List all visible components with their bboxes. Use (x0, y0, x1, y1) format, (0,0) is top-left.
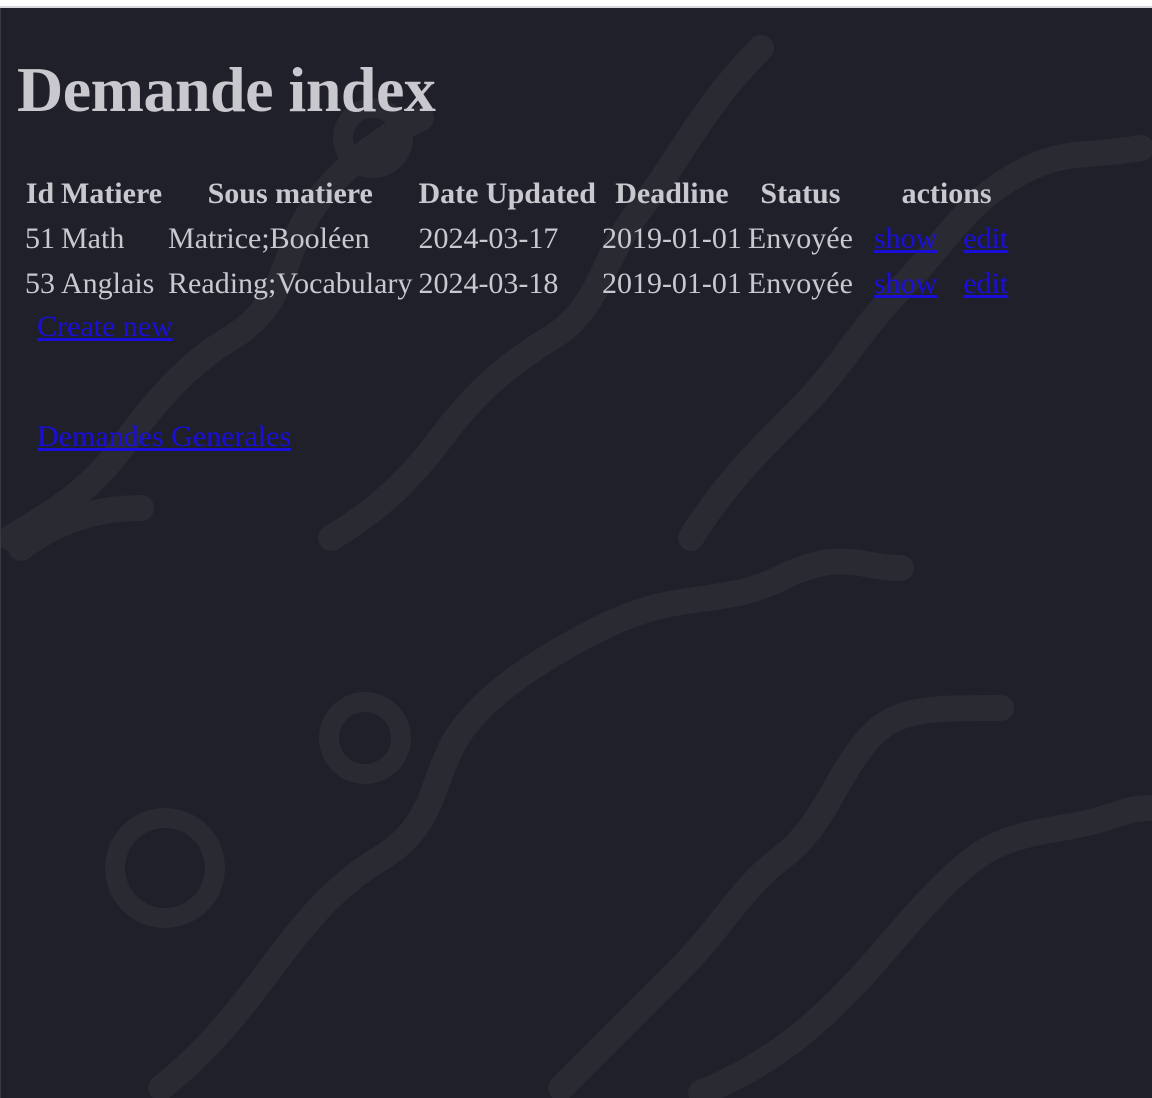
demande-table: Id Matiere Sous matiere Date Updated Dea… (21, 170, 1038, 307)
header-id: Id (25, 177, 55, 210)
header-sous-matiere: Sous matiere (207, 177, 373, 210)
cell-actions: show edit (857, 217, 1036, 260)
cell-deadline: 2019-01-01 (601, 267, 742, 300)
cell-actions: show edit (857, 262, 1036, 305)
page-title: Demande index (17, 54, 436, 125)
cell-sous-matiere: Matrice;Booléen (168, 222, 370, 255)
show-link[interactable]: show (874, 222, 937, 255)
header-deadline: Deadline (615, 177, 729, 210)
cell-id: 51 (25, 222, 55, 255)
cell-matiere: Math (61, 222, 125, 255)
table-header: Id Matiere Sous matiere Date Updated Dea… (23, 172, 1036, 215)
cell-matiere: Anglais (61, 267, 155, 300)
header-date-updated: Date Updated (418, 177, 596, 210)
show-link[interactable]: show (874, 267, 937, 300)
edit-link[interactable]: edit (963, 267, 1008, 300)
cell-status: Envoyée (747, 222, 853, 255)
page-background: Demande index Id Matiere Sous matiere Da… (0, 8, 1152, 1098)
header-matiere: Matiere (61, 177, 163, 210)
edit-link[interactable]: edit (963, 222, 1008, 255)
cell-date-updated: 2024-03-18 (418, 267, 559, 300)
demandes-generales-link[interactable]: Demandes Generales (37, 418, 291, 456)
header-actions: actions (901, 177, 992, 210)
main-content: Demande index Id Matiere Sous matiere Da… (1, 8, 1152, 1098)
table-body: 51 Math Matrice;Booléen 2024-03-17 2019-… (23, 217, 1036, 305)
table-row: 53 Anglais Reading;Vocabulary 2024-03-18… (23, 262, 1036, 305)
table-header-row: Id Matiere Sous matiere Date Updated Dea… (23, 172, 1036, 215)
top-border (0, 0, 1152, 8)
create-new-link[interactable]: Create new (37, 308, 173, 346)
cell-deadline: 2019-01-01 (601, 222, 742, 255)
cell-status: Envoyée (747, 267, 853, 300)
header-status: Status (760, 177, 841, 210)
cell-sous-matiere: Reading;Vocabulary (168, 267, 413, 300)
cell-id: 53 (25, 267, 55, 300)
cell-date-updated: 2024-03-17 (418, 222, 559, 255)
table-row: 51 Math Matrice;Booléen 2024-03-17 2019-… (23, 217, 1036, 260)
